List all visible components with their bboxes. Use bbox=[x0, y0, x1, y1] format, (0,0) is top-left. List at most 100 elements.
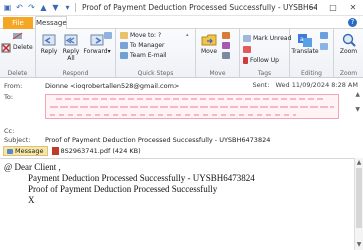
quick-access-toolbar: ▣ ↶ ↷ ▲ ▼ ▾ bbox=[0, 3, 76, 12]
to-manager-label: To Manager bbox=[130, 42, 165, 49]
forward-label: Forward▾ bbox=[83, 48, 110, 55]
up-arrow-icon[interactable]: ▲ bbox=[39, 3, 48, 12]
translate-label: Translate bbox=[291, 48, 319, 55]
actions-button[interactable] bbox=[222, 52, 230, 59]
categorize-icon bbox=[243, 46, 251, 53]
message-attachment-tab[interactable]: Message bbox=[3, 146, 48, 156]
ignore-icon bbox=[12, 32, 24, 40]
body-scrollbar[interactable]: ▲ ▼ bbox=[354, 158, 363, 250]
zoom-group-label: Zoom bbox=[339, 70, 358, 77]
onenote-button[interactable] bbox=[222, 42, 230, 49]
from-label: From: bbox=[4, 82, 23, 90]
message-tab-label: Message bbox=[15, 147, 44, 155]
editing-group: a Translate Editing bbox=[290, 29, 334, 78]
rules-icon bbox=[222, 32, 230, 39]
help-icon[interactable]: ? bbox=[348, 18, 357, 27]
quick-step-move-to[interactable]: Move to: ? bbox=[120, 32, 161, 39]
tags-group: Mark Unread Follow Up Tags bbox=[240, 29, 291, 78]
move-to-label: Move to: ? bbox=[130, 32, 162, 39]
title-bar: ▣ ↶ ↷ ▲ ▼ ▾ Proof of Payment Deduction P… bbox=[0, 0, 363, 16]
find-button[interactable] bbox=[320, 32, 328, 39]
scroll-down-icon[interactable]: ▼ bbox=[355, 241, 363, 249]
body-greeting: @ Dear Client , bbox=[4, 162, 61, 172]
to-label: To: bbox=[4, 93, 14, 101]
select-icon bbox=[320, 43, 328, 50]
scroll-thumb[interactable] bbox=[356, 168, 362, 228]
pdf-icon bbox=[51, 147, 59, 155]
scroll-up-icon[interactable]: ▲ bbox=[355, 159, 363, 167]
move-group-label: Move bbox=[209, 70, 226, 77]
delete-group-label: Delete bbox=[7, 70, 28, 77]
reply-all-button[interactable]: Reply All bbox=[60, 32, 82, 62]
customize-toolbar-icon[interactable]: ▾ bbox=[63, 3, 72, 12]
find-icon bbox=[320, 32, 328, 39]
maximize-button[interactable]: □ bbox=[323, 0, 343, 16]
rules-button[interactable] bbox=[222, 32, 230, 39]
forward-mail-icon bbox=[120, 42, 128, 49]
forward-icon bbox=[89, 32, 105, 48]
flag-icon bbox=[243, 57, 248, 64]
move-group: Move Move bbox=[196, 29, 240, 78]
move-button[interactable]: Move bbox=[198, 32, 220, 55]
quick-steps-scroll[interactable]: ▴ bbox=[186, 32, 189, 38]
tab-file[interactable]: File bbox=[3, 17, 33, 29]
sent-label: Sent: bbox=[252, 81, 270, 89]
down-arrow-icon[interactable]: ▼ bbox=[51, 3, 60, 12]
recipients-scroll-down-icon[interactable]: ▼ bbox=[355, 106, 360, 113]
close-button[interactable]: ✕ bbox=[343, 0, 363, 16]
translate-button[interactable]: a Translate bbox=[291, 32, 319, 55]
follow-up-button[interactable]: Follow Up bbox=[243, 57, 279, 64]
tab-message[interactable]: Message bbox=[35, 16, 67, 29]
folder-icon bbox=[120, 32, 128, 39]
meeting-reply-button[interactable] bbox=[104, 32, 112, 39]
quick-steps-group: Move to: ? To Manager Team E-mail ▴ Quic… bbox=[116, 29, 196, 78]
select-button[interactable] bbox=[320, 43, 328, 50]
envelope-icon bbox=[243, 35, 251, 42]
body-line-1: Payment Deduction Processed Successfully… bbox=[28, 173, 255, 183]
from-value[interactable]: Dionne <ioqrobertallen528@gmail.com> bbox=[45, 82, 179, 90]
pdf-attachment[interactable]: 8S2963741.pdf (424 KB) bbox=[51, 147, 141, 155]
ignore-button[interactable] bbox=[1, 32, 35, 40]
reply-label: Reply bbox=[40, 48, 58, 55]
forward-text: Forward bbox=[83, 48, 108, 55]
delete-button[interactable]: Delete bbox=[1, 43, 35, 53]
move-label: Move bbox=[200, 48, 218, 55]
respond-group: Reply Reply All Forward▾ Respond bbox=[36, 29, 116, 78]
zoom-group: Zoom Zoom bbox=[334, 29, 363, 78]
toolbar-divider bbox=[75, 3, 76, 12]
editing-group-label: Editing bbox=[301, 70, 322, 77]
message-body[interactable]: @ Dear Client , Payment Deduction Proces… bbox=[0, 158, 354, 250]
window-title: Proof of Payment Deduction Processed Suc… bbox=[82, 3, 317, 12]
sent-value: Wed 11/09/2024 8:28 AM bbox=[275, 81, 359, 89]
reply-button[interactable]: Reply bbox=[38, 32, 60, 55]
recipients-scroll-up-icon[interactable]: ▲ bbox=[355, 91, 360, 98]
subject-value: Proof of Payment Deduction Processed Suc… bbox=[45, 136, 271, 144]
onenote-icon bbox=[222, 42, 230, 49]
categorize-button[interactable] bbox=[243, 46, 251, 53]
redo-icon[interactable]: ↷ bbox=[27, 3, 36, 12]
magnifier-icon bbox=[341, 32, 357, 48]
ribbon: Delete Delete Reply Reply All Forward▾ R… bbox=[0, 29, 363, 78]
undo-icon[interactable]: ↶ bbox=[15, 3, 24, 12]
tags-group-label: Tags bbox=[257, 70, 272, 77]
reply-icon bbox=[41, 32, 57, 48]
cc-label: Cc: bbox=[4, 127, 15, 135]
team-email-label: Team E-mail bbox=[130, 52, 167, 59]
quick-steps-label: Quick Steps bbox=[137, 70, 174, 77]
quick-step-team-email[interactable]: Team E-mail bbox=[120, 52, 167, 59]
reply-all-label-1: Reply bbox=[62, 48, 80, 55]
save-icon[interactable]: ▣ bbox=[3, 3, 12, 12]
chevron-down-icon: ▾ bbox=[107, 48, 111, 55]
svg-text:a: a bbox=[300, 36, 304, 43]
zoom-button[interactable]: Zoom bbox=[336, 32, 361, 55]
body-line-2: Proof of Payment Deduction Processed Suc… bbox=[28, 184, 218, 194]
sent-info: Sent: Wed 11/09/2024 8:28 AM bbox=[252, 81, 358, 89]
message-envelope-icon bbox=[7, 148, 13, 154]
delete-group: Delete Delete bbox=[0, 29, 36, 78]
minimize-button[interactable]: — bbox=[303, 0, 323, 16]
move-folder-icon bbox=[201, 32, 217, 48]
follow-up-label: Follow Up bbox=[250, 57, 279, 64]
recipients-redacted-box bbox=[45, 94, 339, 119]
quick-step-to-manager[interactable]: To Manager bbox=[120, 42, 165, 49]
mark-unread-button[interactable]: Mark Unread bbox=[243, 35, 291, 42]
